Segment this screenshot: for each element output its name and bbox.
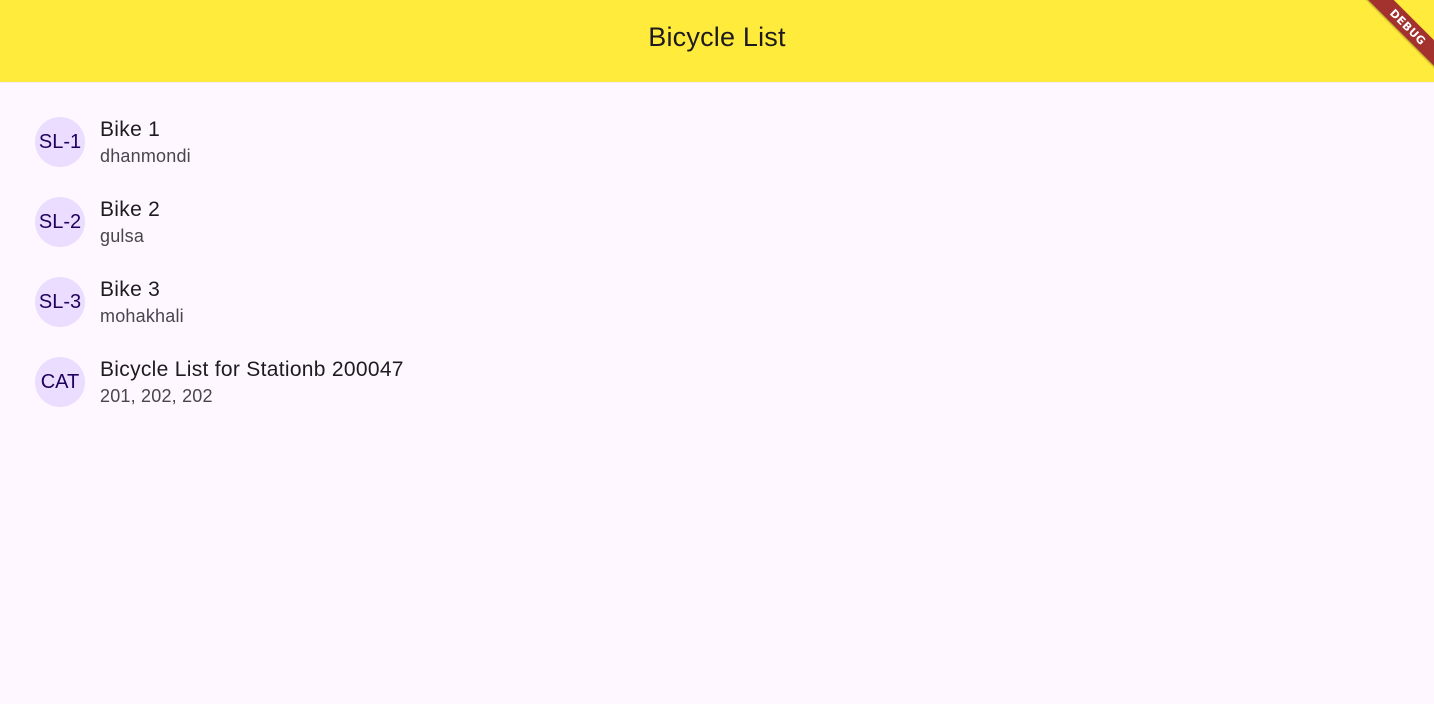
list-item-subtitle: gulsa — [100, 226, 145, 246]
list-item-subtitle: 201, 202, 202 — [100, 386, 213, 406]
app-bar: Bicycle List — [0, 0, 1434, 82]
app-bar-title: Bicycle List — [648, 21, 786, 52]
list-item-title: Bike 2 — [100, 198, 161, 221]
list-item-text: Bike 2 gulsa — [100, 196, 160, 248]
list-item[interactable]: SL-1 Bike 1 dhanmondi — [0, 102, 1434, 182]
list-item[interactable]: CAT Bicycle List for Stationb 200047 201… — [0, 342, 1434, 422]
avatar: SL-2 — [35, 197, 85, 247]
list-item-title: Bike 3 — [100, 278, 161, 301]
list-item-text: Bicycle List for Stationb 200047 201, 20… — [100, 356, 404, 408]
list-item-subtitle: dhanmondi — [100, 146, 191, 166]
list-item-title: Bicycle List for Stationb 200047 — [100, 358, 404, 381]
list-item[interactable]: SL-3 Bike 3 mohakhali — [0, 262, 1434, 342]
list-item-text: Bike 1 dhanmondi — [100, 116, 191, 168]
avatar: SL-1 — [35, 117, 85, 167]
list-item-text: Bike 3 mohakhali — [100, 276, 184, 328]
avatar: SL-3 — [35, 277, 85, 327]
avatar: CAT — [35, 357, 85, 407]
list-item[interactable]: SL-2 Bike 2 gulsa — [0, 182, 1434, 262]
bicycle-list: SL-1 Bike 1 dhanmondi SL-2 Bike 2 gulsa … — [0, 102, 1434, 422]
list-item-title: Bike 1 — [100, 118, 161, 141]
list-item-subtitle: mohakhali — [100, 306, 184, 326]
app-window: Bicycle List SL-1 Bike 1 dhanmondi SL-2 … — [0, 0, 1434, 704]
